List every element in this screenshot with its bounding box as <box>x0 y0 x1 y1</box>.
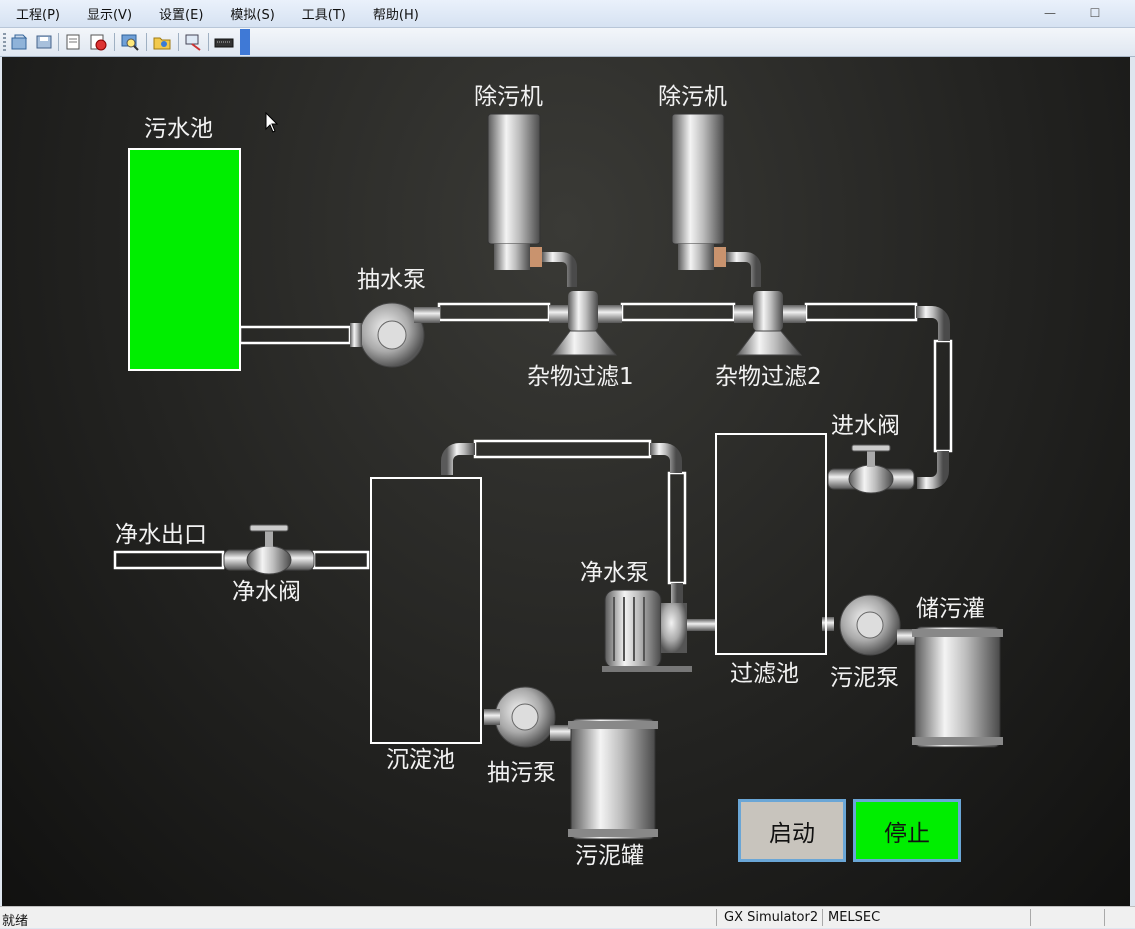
open-icon[interactable] <box>10 32 30 52</box>
device-folder-icon[interactable] <box>152 32 172 52</box>
inlet-valve <box>827 444 915 494</box>
status-ready: 就绪 <box>2 914 29 929</box>
menu-bar: 工程(P) 显示(V) 设置(E) 模拟(S) 工具(T) 帮助(H) <box>0 0 436 27</box>
mouse-cursor-icon <box>265 112 279 133</box>
label-sewage-pump: 抽污泵 <box>487 760 556 786</box>
label-decontam-2: 除污机 <box>658 84 727 110</box>
decontam-machine-1 <box>487 113 577 287</box>
menu-tools[interactable]: 工具(T) <box>292 4 346 23</box>
print-preview-icon[interactable] <box>64 32 84 52</box>
pipe-stub <box>685 619 715 631</box>
sewage-pump <box>484 686 572 748</box>
settling-tank <box>370 477 482 744</box>
label-filter-tank: 过滤池 <box>730 661 799 687</box>
water-pump <box>350 302 440 368</box>
status-plc-series: MELSEC <box>828 910 881 925</box>
label-water-pump: 抽水泵 <box>357 267 426 293</box>
decontam-machine-2 <box>671 113 761 287</box>
status-app-name: GX Simulator2 <box>724 910 819 925</box>
pipe-vertical-clean <box>667 471 687 585</box>
status-divider <box>1030 909 1031 926</box>
toolbar-separator <box>208 33 209 51</box>
toolbar-separator <box>146 33 147 51</box>
label-sludge-storage: 储污灌 <box>916 596 985 622</box>
debris-filter-2 <box>734 291 806 356</box>
menu-view[interactable]: 显示(V) <box>77 4 132 23</box>
label-sludge-can: 污泥罐 <box>575 843 644 869</box>
label-clean-pump: 净水泵 <box>580 560 649 586</box>
maximize-icon[interactable]: ☐ <box>1085 4 1105 22</box>
keyboard-icon[interactable] <box>214 32 234 52</box>
label-decontam-1: 除污机 <box>474 84 543 110</box>
status-divider <box>716 909 717 926</box>
toolbar-grip-icon[interactable] <box>3 33 6 51</box>
pipe-vertical-right <box>933 339 953 453</box>
monitor-search-icon[interactable] <box>120 32 140 52</box>
filter-tank <box>715 433 827 655</box>
toolbar-overflow-chevron-icon[interactable] <box>240 29 250 55</box>
status-divider <box>822 909 823 926</box>
label-filter-2: 杂物过滤2 <box>715 364 822 390</box>
label-filter-1: 杂物过滤1 <box>527 364 634 390</box>
sludge-storage-tank <box>912 626 1003 748</box>
menu-settings[interactable]: 设置(E) <box>149 4 203 23</box>
sewage-pool <box>128 148 241 371</box>
save-icon[interactable] <box>34 32 54 52</box>
stop-button[interactable]: 停止 <box>853 799 961 862</box>
status-divider <box>1104 909 1105 926</box>
pipe-clean-outlet <box>113 550 225 570</box>
label-sludge-pump: 污泥泵 <box>830 665 899 691</box>
clean-water-valve <box>223 524 315 575</box>
sludge-can-tank <box>568 718 658 840</box>
pipe-pump-to-filter1 <box>437 302 551 322</box>
menu-help[interactable]: 帮助(H) <box>363 4 419 23</box>
pipe-valve-to-settling <box>312 550 370 570</box>
io-system-icon[interactable] <box>184 32 204 52</box>
pipe-sewage-out <box>238 325 352 345</box>
label-settling-tank: 沉淀池 <box>386 747 455 773</box>
label-sewage-pool: 污水池 <box>144 116 213 142</box>
record-icon[interactable] <box>88 32 108 52</box>
menu-simulate[interactable]: 模拟(S) <box>220 4 274 23</box>
hmi-canvas: 污水池 抽水泵 除污机 除污机 杂物过滤1 杂物过滤2 进水阀 过滤池 净水泵 … <box>2 57 1130 906</box>
label-clean-outlet: 净水出口 <box>115 522 207 548</box>
label-inlet-valve: 进水阀 <box>831 413 900 439</box>
toolbar <box>0 28 1135 57</box>
menu-project[interactable]: 工程(P) <box>6 4 60 23</box>
sludge-pump <box>839 594 917 656</box>
debris-filter-1 <box>549 291 622 356</box>
pipe-filter2-out <box>804 302 918 322</box>
pipe-top-settling <box>473 439 652 459</box>
pipe-filter1-to-filter2 <box>620 302 736 322</box>
toolbar-separator <box>114 33 115 51</box>
label-clean-valve: 净水阀 <box>232 579 301 605</box>
toolbar-separator <box>58 33 59 51</box>
toolbar-separator <box>178 33 179 51</box>
start-button[interactable]: 启动 <box>738 799 846 862</box>
title-bar: 工程(P) 显示(V) 设置(E) 模拟(S) 工具(T) 帮助(H) — ☐ <box>0 0 1135 28</box>
status-bar: 就绪 GX Simulator2 MELSEC <box>0 906 1135 929</box>
minimize-icon[interactable]: — <box>1040 4 1060 22</box>
